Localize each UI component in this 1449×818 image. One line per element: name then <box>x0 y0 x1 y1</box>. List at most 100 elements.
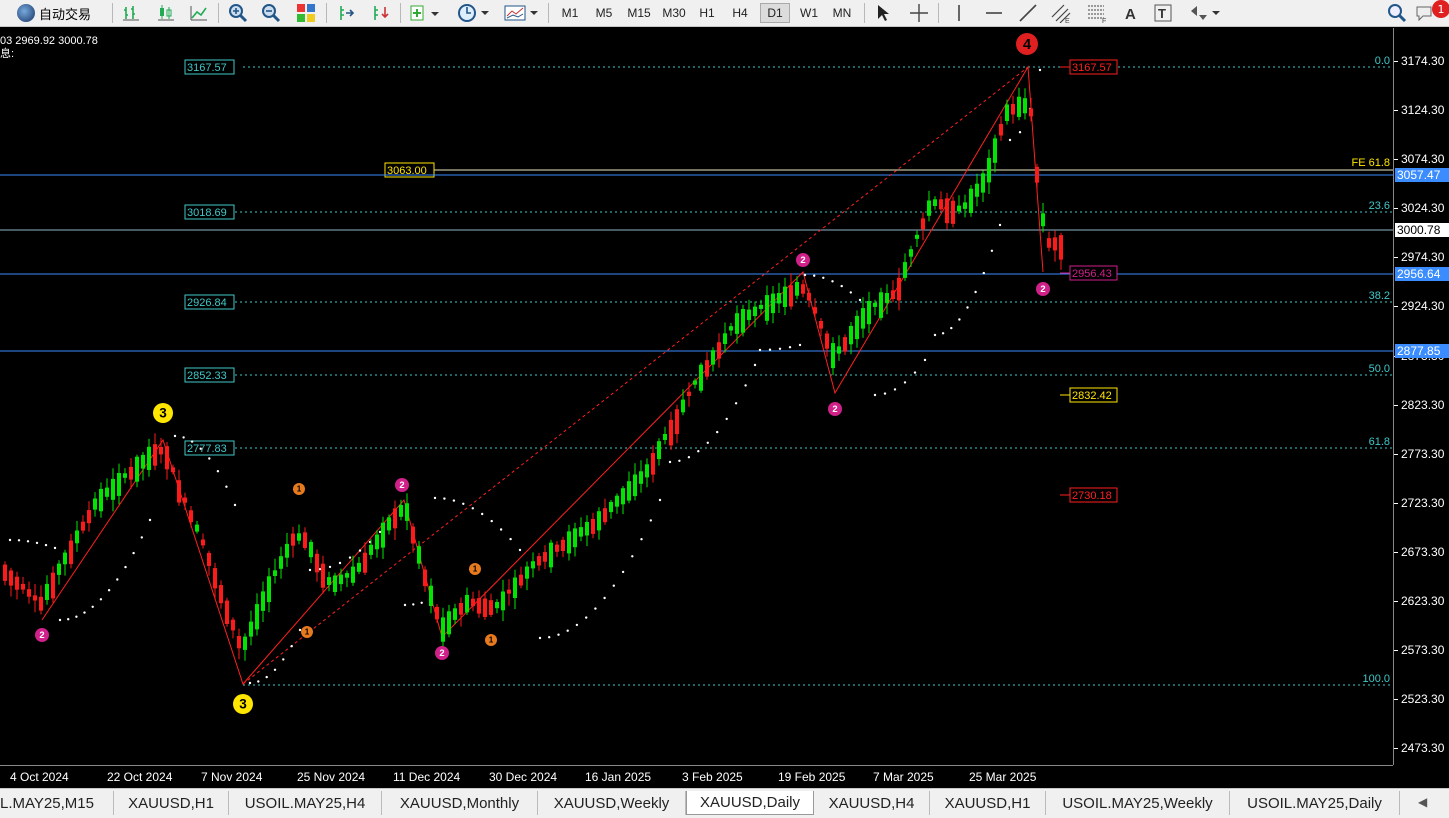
timeframe-w1[interactable]: W1 <box>795 3 823 23</box>
tab-xauusd-h4[interactable]: XAUUSD,H4 <box>814 791 930 815</box>
zoom-out-icon[interactable] <box>259 2 283 24</box>
time-axis[interactable]: 4 Oct 2024 22 Oct 2024 7 Nov 2024 25 Nov 20… <box>0 765 1393 787</box>
sar-dot <box>248 681 252 685</box>
sar-dot <box>753 363 757 367</box>
line-chart-icon[interactable] <box>188 2 210 24</box>
sar-dot <box>107 589 111 592</box>
sar-dot <box>822 276 825 279</box>
bull-candle <box>429 585 433 606</box>
periods-button[interactable] <box>455 2 491 24</box>
text-tool-icon[interactable]: A <box>1120 2 1142 24</box>
crosshair-icon[interactable] <box>906 2 932 24</box>
bull-candle <box>993 138 997 163</box>
notification-badge[interactable]: 1 <box>1432 0 1449 18</box>
bear-candle <box>717 342 721 359</box>
bull-candle <box>855 315 859 340</box>
timeframe-d1[interactable]: D1 <box>760 3 790 23</box>
search-icon[interactable] <box>1385 2 1409 24</box>
bull-candle <box>909 249 913 257</box>
arrows-menu-icon[interactable] <box>1186 2 1222 24</box>
timeframe-m30[interactable]: M30 <box>657 3 691 23</box>
sar-dot <box>725 417 728 421</box>
price-tick <box>1394 159 1398 160</box>
new-indicator-button[interactable] <box>407 2 441 24</box>
bear-candle <box>843 337 847 352</box>
bull-candle <box>333 575 337 592</box>
text-label-icon[interactable]: T <box>1152 2 1174 24</box>
zoom-in-icon[interactable] <box>226 2 250 24</box>
price-axis[interactable]: 3174.30 3124.30 3074.30 3024.30 2974.30 2924.… <box>1393 28 1449 765</box>
tab-xauusd-h1[interactable]: XAUUSD,H1 <box>930 791 1046 815</box>
bear-candle <box>705 360 709 377</box>
tab-scroll-left-icon[interactable]: ◀ <box>1418 795 1427 809</box>
tab-usoil-may25-h4[interactable]: USOIL.MAY25,H4 <box>229 791 382 815</box>
price-chart[interactable]: 0.0 3167.57 23.6 3018.69 38.2 2926.84 50.0 2852… <box>0 28 1393 765</box>
price-label: 2974.30 <box>1401 250 1445 264</box>
bear-candle <box>459 603 463 615</box>
svg-text:E: E <box>1065 18 1070 23</box>
sar-dot <box>803 273 807 277</box>
tab-usoil-may25-weekly[interactable]: USOIL.MAY25,Weekly <box>1046 791 1230 815</box>
bear-candle <box>1059 235 1063 260</box>
bear-candle <box>669 419 673 446</box>
price-label: 3174.30 <box>1401 54 1445 68</box>
sar-dot <box>308 568 312 572</box>
bear-candle <box>303 532 307 548</box>
sub-wave-marker-label: 1 <box>473 565 478 574</box>
price-tick <box>1394 747 1398 749</box>
bear-candle <box>945 198 949 224</box>
timeframe-h4[interactable]: H4 <box>727 3 753 23</box>
chart-shift-icon[interactable] <box>335 2 357 24</box>
bull-candle <box>981 173 985 193</box>
price-label: 2723.30 <box>1401 495 1445 510</box>
tab-xauusd-monthly[interactable]: XAUUSD,Monthly <box>382 791 538 815</box>
tab-l-may25-m15[interactable]: L.MAY25,M15 <box>0 791 114 815</box>
bull-candle <box>747 309 751 321</box>
bull-candle <box>381 522 385 548</box>
tab-xauusd-h1[interactable]: XAUUSD,H1 <box>114 791 229 815</box>
autoscroll-icon[interactable] <box>369 2 391 24</box>
sar-dot <box>318 568 322 571</box>
tab-usoil-may25-daily[interactable]: USOIL.MAY25,Daily <box>1230 791 1400 815</box>
timeframe-mn[interactable]: MN <box>828 3 856 23</box>
fib-level-label: 0.0 <box>1375 55 1390 67</box>
timeframe-m1[interactable]: M1 <box>556 3 584 23</box>
bear-candle <box>219 585 223 604</box>
vertical-line-icon[interactable] <box>948 2 970 24</box>
sar-dot <box>788 346 792 349</box>
timeframe-m5[interactable]: M5 <box>590 3 618 23</box>
sar-dot <box>348 556 352 559</box>
price-label: 3124.30 <box>1401 103 1445 117</box>
bear-candle <box>825 333 829 349</box>
templates-button[interactable] <box>502 2 540 24</box>
fibonacci-icon[interactable]: F <box>1084 2 1110 24</box>
bull-candle <box>597 511 601 531</box>
bull-candle <box>549 542 553 568</box>
bear-candle <box>87 510 91 524</box>
bear-candle <box>537 556 541 566</box>
equidistant-channel-icon[interactable]: E <box>1048 2 1074 24</box>
timeframe-h1[interactable]: H1 <box>694 3 720 23</box>
bear-candle <box>189 510 193 523</box>
sar-dot <box>840 284 843 288</box>
candlestick-icon[interactable] <box>155 2 177 24</box>
autotrade-button[interactable]: 自动交易 <box>6 2 102 24</box>
sar-dot <box>557 633 560 636</box>
trendline-icon[interactable] <box>1016 2 1040 24</box>
fe-level-label: FE 61.8 <box>1351 157 1390 169</box>
tile-windows-icon[interactable] <box>294 2 318 24</box>
horizontal-line-icon[interactable] <box>982 2 1006 24</box>
tab-xauusd-weekly[interactable]: XAUUSD,Weekly <box>538 791 686 815</box>
bear-candle <box>237 636 241 649</box>
price-tick <box>1394 61 1398 62</box>
bull-candle <box>645 464 649 478</box>
bull-candle <box>927 200 931 216</box>
sar-dot <box>481 512 484 516</box>
tab-xauusd-daily[interactable]: XAUUSD,Daily <box>686 791 814 815</box>
bar-chart-icon[interactable] <box>120 2 142 24</box>
timeframe-m15[interactable]: M15 <box>622 3 656 23</box>
bear-candle <box>183 497 187 503</box>
bull-candle <box>723 333 727 344</box>
cursor-icon[interactable] <box>872 2 894 24</box>
sar-dot <box>452 499 456 502</box>
